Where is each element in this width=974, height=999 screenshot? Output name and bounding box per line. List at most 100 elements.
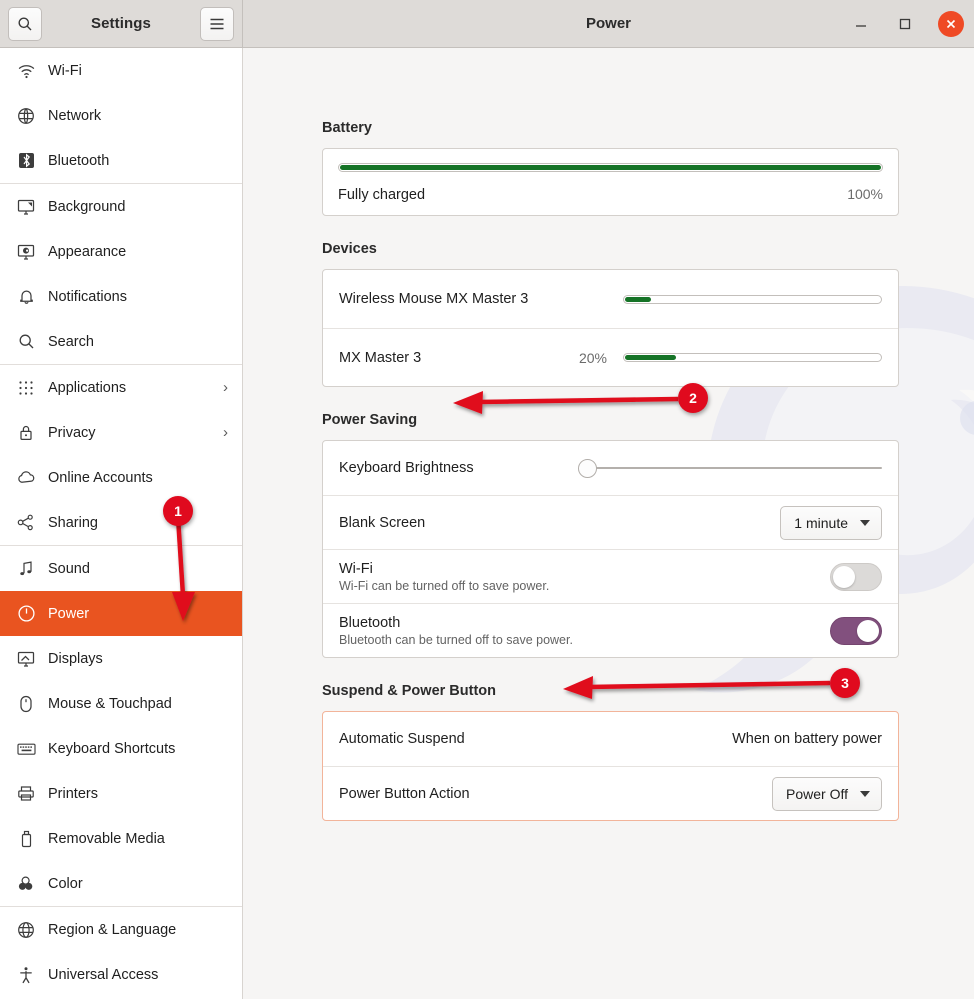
search-icon bbox=[16, 333, 36, 350]
suspend-power-button-section-title: Suspend & Power Button bbox=[322, 683, 496, 699]
title-bar-right: Power bbox=[243, 0, 974, 47]
device-name: Wireless Mouse MX Master 3 bbox=[339, 291, 529, 307]
device-row[interactable]: MX Master 3 20% bbox=[323, 328, 898, 386]
sidebar-item-label: Keyboard Shortcuts bbox=[48, 740, 176, 757]
hamburger-menu-icon bbox=[209, 17, 225, 31]
sidebar-item-online-accounts[interactable]: Online Accounts bbox=[0, 455, 242, 500]
sidebar-item-label: Power bbox=[48, 605, 90, 622]
toggle-knob bbox=[857, 619, 879, 642]
sidebar-item-sound[interactable]: Sound bbox=[0, 546, 242, 591]
power-saving-card: Keyboard Brightness Blank Screen 1 minut… bbox=[322, 440, 899, 658]
minimize-button[interactable] bbox=[850, 13, 872, 35]
sidebar-item-label: Search bbox=[48, 333, 94, 350]
toggle-knob bbox=[833, 565, 855, 588]
device-percent-label: 20% bbox=[578, 349, 607, 366]
window-body: Wi-Fi Network Bluetooth Background Appea… bbox=[0, 48, 974, 999]
grid-apps-icon bbox=[16, 380, 36, 396]
search-button[interactable] bbox=[8, 6, 42, 41]
sidebar-item-label: Wi-Fi bbox=[48, 62, 82, 79]
battery-card: Fully charged 100% bbox=[322, 148, 899, 216]
bluetooth-label: Bluetooth bbox=[339, 614, 401, 631]
blank-screen-row: Blank Screen 1 minute bbox=[323, 495, 898, 549]
device-row[interactable]: Wireless Mouse MX Master 3 bbox=[323, 270, 898, 328]
main-menu-button[interactable] bbox=[199, 6, 234, 41]
sidebar-item-bluetooth[interactable]: Bluetooth bbox=[0, 138, 242, 183]
power-icon bbox=[16, 604, 36, 623]
sidebar-item-appearance[interactable]: Appearance bbox=[0, 229, 242, 274]
device-name: MX Master 3 bbox=[339, 349, 422, 366]
sidebar-item-sharing[interactable]: Sharing bbox=[0, 500, 242, 545]
battery-progress-bar bbox=[338, 163, 883, 172]
sidebar-item-label: Displays bbox=[48, 650, 103, 667]
settings-sidebar: Wi-Fi Network Bluetooth Background Appea… bbox=[0, 48, 243, 999]
display-icon bbox=[16, 650, 36, 668]
accessibility-icon bbox=[16, 966, 36, 984]
sidebar-item-applications[interactable]: Applications › bbox=[0, 365, 242, 410]
sidebar-item-universal-access[interactable]: Universal Access bbox=[0, 952, 242, 997]
chevron-right-icon: › bbox=[223, 424, 228, 441]
devices-section-title: Devices bbox=[322, 241, 377, 257]
app-title: Settings bbox=[91, 15, 151, 32]
power-button-action-dropdown[interactable]: Power Off bbox=[772, 776, 882, 811]
automatic-suspend-row[interactable]: Automatic Suspend When on battery power bbox=[323, 712, 898, 766]
slider-handle[interactable] bbox=[578, 458, 597, 478]
sidebar-item-removable-media[interactable]: Removable Media bbox=[0, 816, 242, 861]
network-globe-icon bbox=[16, 107, 36, 125]
color-circles-icon bbox=[16, 875, 36, 892]
blank-screen-dropdown[interactable]: 1 minute bbox=[780, 505, 882, 540]
lock-icon bbox=[16, 424, 36, 441]
sidebar-item-mouse-touchpad[interactable]: Mouse & Touchpad bbox=[0, 681, 242, 726]
keyboard-brightness-slider[interactable] bbox=[578, 458, 882, 478]
sidebar-item-notifications[interactable]: Notifications bbox=[0, 274, 242, 319]
power-button-action-value: Power Off bbox=[786, 785, 848, 802]
battery-progress-fill bbox=[340, 165, 881, 170]
sidebar-item-label: Region & Language bbox=[48, 921, 177, 938]
sidebar-item-background[interactable]: Background bbox=[0, 184, 242, 229]
printer-icon bbox=[16, 785, 36, 802]
sidebar-item-privacy[interactable]: Privacy › bbox=[0, 410, 242, 455]
window-controls bbox=[850, 10, 964, 37]
keyboard-brightness-row: Keyboard Brightness bbox=[323, 441, 898, 495]
music-note-icon bbox=[16, 560, 36, 577]
battery-status-line: Fully charged 100% bbox=[338, 186, 883, 203]
close-button[interactable] bbox=[938, 10, 964, 37]
sidebar-item-label: Sound bbox=[48, 560, 90, 577]
sidebar-item-power[interactable]: Power bbox=[0, 591, 242, 636]
sidebar-item-label: Color bbox=[48, 875, 83, 892]
bluetooth-toggle[interactable] bbox=[830, 616, 882, 645]
background-icon bbox=[16, 198, 36, 216]
sidebar-header: Settings bbox=[0, 0, 243, 47]
devices-card: Wireless Mouse MX Master 3 MX Master 3 2… bbox=[322, 269, 899, 387]
share-nodes-icon bbox=[16, 514, 36, 531]
wifi-toggle[interactable] bbox=[830, 562, 882, 591]
usb-drive-icon bbox=[16, 830, 36, 848]
sidebar-item-printers[interactable]: Printers bbox=[0, 771, 242, 816]
suspend-card: Automatic Suspend When on battery power … bbox=[322, 711, 899, 821]
sidebar-item-label: Network bbox=[48, 107, 102, 124]
sidebar-item-wifi[interactable]: Wi-Fi bbox=[0, 48, 242, 93]
sidebar-item-label: Universal Access bbox=[48, 966, 159, 983]
chevron-down-icon bbox=[860, 790, 870, 797]
maximize-button[interactable] bbox=[894, 13, 916, 35]
sidebar-item-color[interactable]: Color bbox=[0, 861, 242, 906]
wifi-label: Wi-Fi bbox=[339, 560, 373, 577]
sidebar-item-label: Applications bbox=[48, 379, 127, 396]
slider-track bbox=[587, 467, 882, 469]
power-settings-panel: Battery Fully charged 100% Devices Wirel… bbox=[243, 48, 974, 999]
globe-icon bbox=[16, 921, 36, 939]
sidebar-item-keyboard-shortcuts[interactable]: Keyboard Shortcuts bbox=[0, 726, 242, 771]
wifi-description: Wi-Fi can be turned off to save power. bbox=[339, 578, 550, 593]
sidebar-item-region-language[interactable]: Region & Language bbox=[0, 907, 242, 952]
wifi-power-row: Wi-Fi Wi-Fi can be turned off to save po… bbox=[323, 549, 898, 603]
battery-section-title: Battery bbox=[322, 120, 372, 136]
sidebar-item-network[interactable]: Network bbox=[0, 93, 242, 138]
sidebar-item-displays[interactable]: Displays bbox=[0, 636, 242, 681]
sidebar-item-label: Sharing bbox=[48, 514, 98, 531]
bluetooth-icon bbox=[16, 152, 36, 169]
sidebar-item-label: Privacy bbox=[48, 424, 96, 441]
cloud-icon bbox=[16, 470, 36, 485]
sidebar-item-search[interactable]: Search bbox=[0, 319, 242, 364]
battery-percent-label: 100% bbox=[847, 186, 883, 202]
automatic-suspend-value: When on battery power bbox=[732, 731, 882, 747]
sidebar-item-label: Mouse & Touchpad bbox=[48, 695, 172, 712]
